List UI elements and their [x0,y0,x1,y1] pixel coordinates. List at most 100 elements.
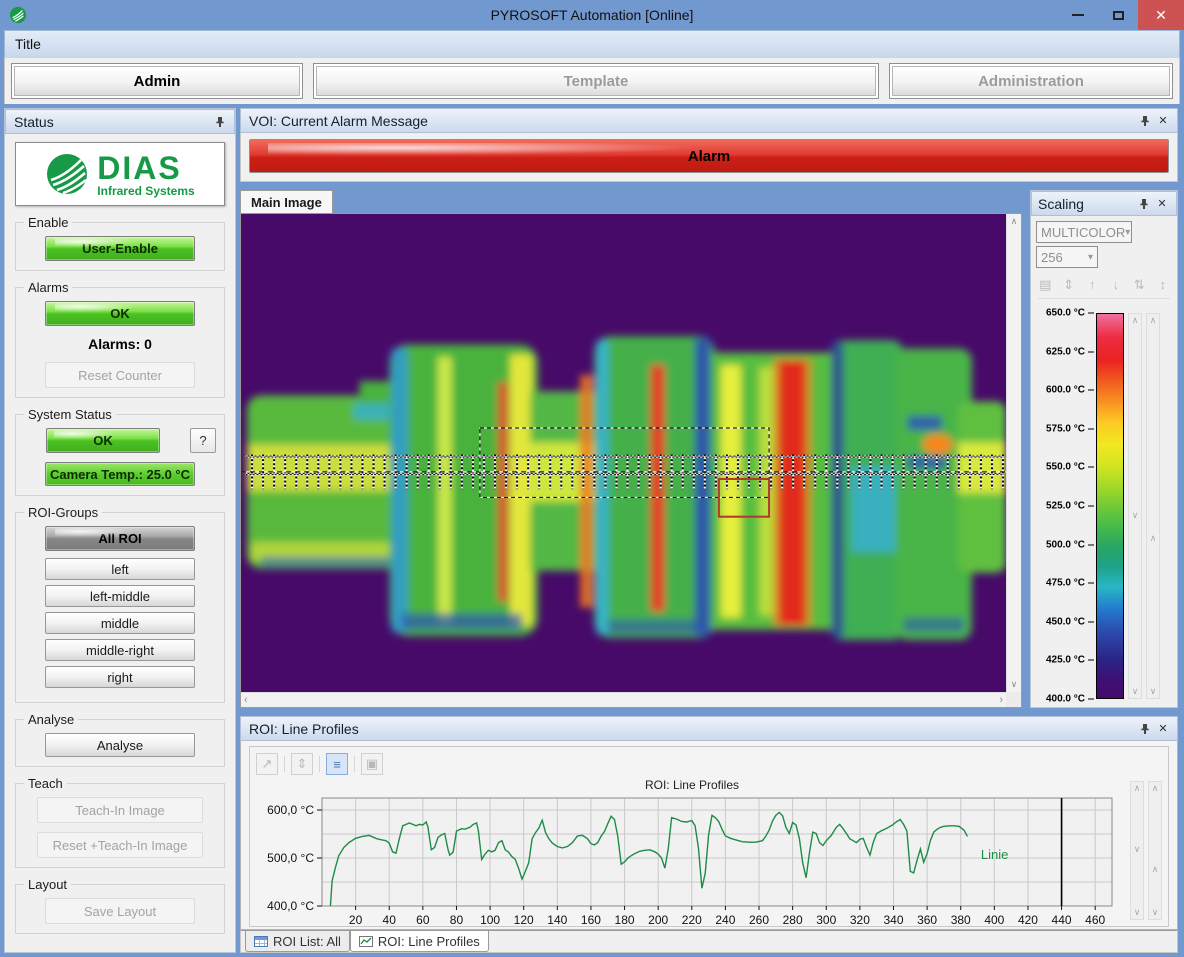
scaling-toolbar-icon[interactable]: ▤ [1038,277,1053,293]
scale-tick-label: 625.0 °C [1046,346,1094,357]
line-profile-chart[interactable]: 600,0 °C500,0 °C400,0 °C2040608010012014… [256,794,1128,934]
analyse-button[interactable]: Analyse [45,733,195,757]
scrollbar-corner [1006,692,1021,707]
status-panel: Status DIAS Infrared Systems Enable [4,108,236,953]
roi-group-button[interactable]: middle-right [45,639,195,661]
svg-text:200: 200 [648,913,668,927]
maximize-button[interactable] [1098,0,1138,30]
chart-export-button[interactable]: ↗ [256,753,278,775]
chart-legend-button[interactable]: ≡ [326,753,348,775]
save-layout-button[interactable]: Save Layout [45,898,195,924]
scroll-left-icon[interactable]: ‹ [244,694,248,706]
chevron-down-icon[interactable]: ∨ [1131,844,1143,855]
svg-text:360: 360 [917,913,937,927]
close-icon[interactable]: ✕ [1155,721,1171,737]
camera-temp-button[interactable]: Camera Temp.: 25.0 °C [45,462,195,486]
close-button[interactable]: ✕ [1138,0,1184,30]
roi-group-button[interactable]: left-middle [45,585,195,607]
scaling-toolbar-icon[interactable]: ⇕ [1062,277,1077,293]
scaling-panel: Scaling ✕ MULTICOLOR ▾ 256 ▾ ▤⇕↑↓⇅↕ [1030,190,1178,708]
chart-y-min-slider[interactable]: ∧ ∧ ∨ [1148,781,1162,920]
scroll-up-icon[interactable]: ∧ [1011,216,1018,227]
image-horizontal-scrollbar[interactable]: ‹ › [241,692,1006,707]
reset-teach-in-image-button[interactable]: Reset +Teach-In Image [37,832,203,858]
chevron-up-icon[interactable]: ∧ [1149,783,1161,794]
palette-select[interactable]: MULTICOLOR ▾ [1036,221,1132,243]
svg-text:60: 60 [416,913,430,927]
roi-groups-legend: ROI-Groups [24,505,102,520]
teach-in-image-button[interactable]: Teach-In Image [37,797,203,823]
svg-text:400: 400 [984,913,1004,927]
image-vertical-scrollbar[interactable]: ∧ ∨ [1006,214,1021,692]
chart-legend-label: Linie [981,847,1008,862]
tab-main-image[interactable]: Main Image [240,190,333,213]
system-ok-button[interactable]: OK [46,428,160,453]
svg-text:500,0 °C: 500,0 °C [267,851,314,865]
pin-icon[interactable] [1137,113,1153,129]
svg-text:40: 40 [383,913,397,927]
chevron-down-icon[interactable]: ∨ [1149,907,1161,918]
chart-autoscale-button[interactable]: ⇕ [291,753,313,775]
chevron-up-icon[interactable]: ∧ [1147,315,1159,326]
scaling-toolbar-icon[interactable]: ↑ [1085,277,1100,293]
scaling-toolbar-icon[interactable]: ↓ [1109,277,1124,293]
levels-select[interactable]: 256 ▾ [1036,246,1098,268]
reset-counter-button[interactable]: Reset Counter [45,362,195,388]
svg-text:300: 300 [816,913,836,927]
ribbon-button-admin[interactable]: Admin [14,66,300,96]
roi-group-button[interactable]: right [45,666,195,688]
scale-min-slider[interactable]: ∧ ∧ ∨ [1146,313,1160,699]
chart-copy-button[interactable]: ▣ [361,753,383,775]
chart-y-max-slider[interactable]: ∧ ∨ ∨ [1130,781,1144,920]
minimize-button[interactable] [1058,0,1098,30]
chart-title: ROI: Line Profiles [256,778,1128,792]
system-help-button[interactable]: ? [190,428,216,453]
scaling-toolbar-icon[interactable]: ↕ [1156,277,1171,293]
ribbon-button-template[interactable]: Template [316,66,876,96]
svg-text:140: 140 [547,913,567,927]
scroll-down-icon[interactable]: ∨ [1011,679,1018,690]
scale-tick-label: 500.0 °C [1046,539,1094,550]
chevron-up-icon[interactable]: ∧ [1131,783,1143,794]
teach-group: Teach Teach-In Image Reset +Teach-In Ima… [15,783,225,868]
maximize-icon [1113,11,1124,20]
layout-group: Layout Save Layout [15,884,225,934]
chevron-down-icon[interactable]: ∨ [1129,510,1141,521]
roi-group-button[interactable]: middle [45,612,195,634]
svg-text:160: 160 [581,913,601,927]
roi-panel-title: ROI: Line Profiles [249,721,359,737]
svg-text:180: 180 [615,913,635,927]
palette-select-value: MULTICOLOR [1041,225,1125,240]
alarms-ok-button[interactable]: OK [45,301,195,326]
system-status-group: System Status OK ? Camera Temp.: 25.0 °C [15,414,225,496]
chevron-up-icon[interactable]: ∧ [1149,864,1161,875]
user-enable-button[interactable]: User-Enable [45,236,195,261]
ribbon-button-administration[interactable]: Administration [892,66,1170,96]
scroll-right-icon[interactable]: › [999,694,1003,706]
chevron-up-icon[interactable]: ∧ [1147,533,1159,544]
chevron-down-icon[interactable]: ∨ [1131,907,1143,918]
roi-group-button[interactable]: All ROI [45,526,195,551]
window-title: PYROSOFT Automation [Online] [0,7,1184,23]
roi-group-button[interactable]: left [45,558,195,580]
thermal-image[interactable] [241,214,1006,692]
dias-logo: DIAS Infrared Systems [15,142,225,206]
scaling-toolbar-icon[interactable]: ⇅ [1132,277,1147,293]
chevron-down-icon[interactable]: ∨ [1147,686,1159,697]
close-icon[interactable]: ✕ [1155,113,1171,129]
main-image-viewport: ∧ ∨ ‹ › [240,214,1022,708]
svg-text:260: 260 [749,913,769,927]
chevron-up-icon[interactable]: ∧ [1129,315,1141,326]
close-icon[interactable]: ✕ [1154,196,1170,212]
pin-icon[interactable] [1136,196,1152,212]
enable-group-legend: Enable [24,215,72,230]
scale-tick-labels: 650.0 °C625.0 °C600.0 °C575.0 °C550.0 °C… [1036,313,1094,699]
chevron-down-icon[interactable]: ∨ [1129,686,1141,697]
scaling-toolbar: ▤ ⇕ ↑ ↓ ⇅ ↕ [1038,277,1170,299]
scale-tick-label: 650.0 °C [1046,308,1094,319]
scale-tick-label: 550.0 °C [1046,462,1094,473]
pin-icon[interactable] [1137,721,1153,737]
pin-icon[interactable] [212,114,228,130]
status-panel-title: Status [14,114,54,130]
scale-max-slider[interactable]: ∧ ∨ ∨ [1128,313,1142,699]
